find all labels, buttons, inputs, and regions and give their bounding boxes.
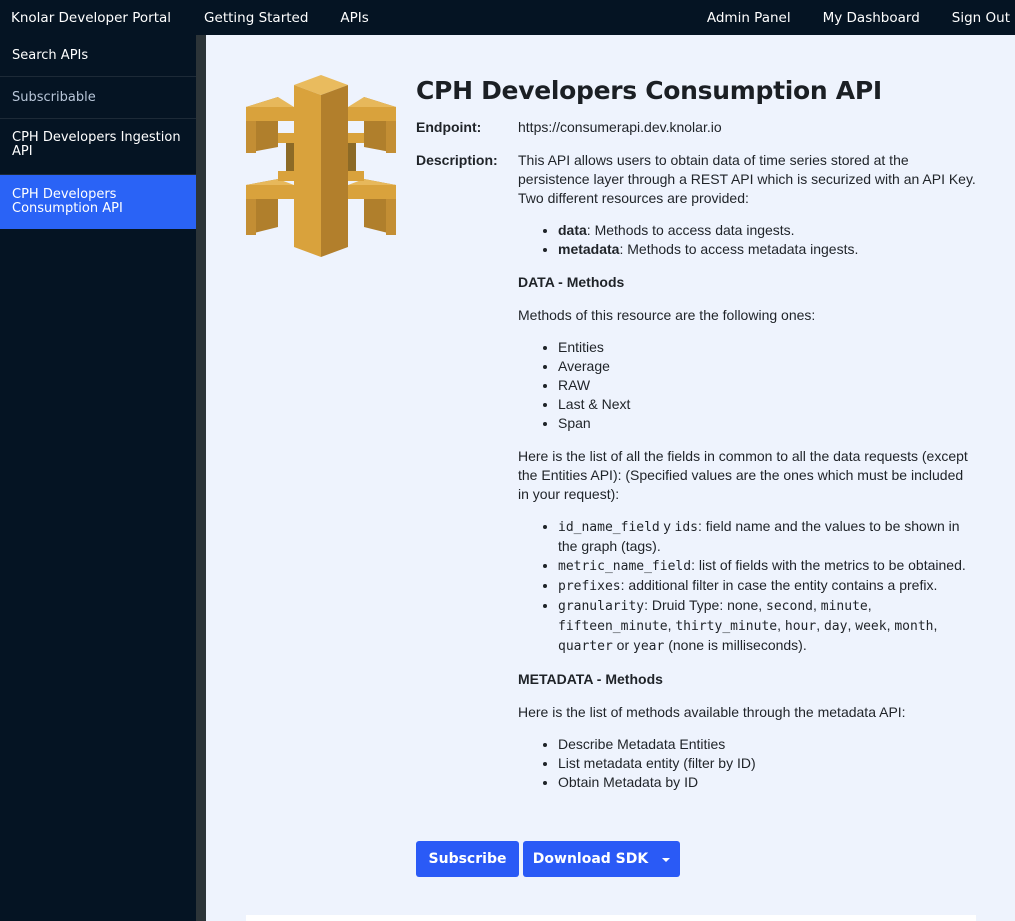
- list-item: Last & Next: [558, 395, 976, 414]
- fields-list: id_name_field y ids: field name and the …: [518, 517, 976, 656]
- nav-my-dashboard[interactable]: My Dashboard: [823, 10, 920, 26]
- action-buttons: Subscribe Download SDK: [416, 841, 680, 877]
- endpoint-row: Endpoint: https://consumerapi.dev.knolar…: [416, 118, 976, 137]
- sidebar: Search APIs Subscribable CPH Developers …: [0, 35, 196, 921]
- granularity-value: hour: [784, 619, 817, 634]
- metadata-methods-heading: METADATA - Methods: [518, 671, 663, 687]
- field-code: prefixes: [558, 579, 621, 594]
- resource-name: data: [558, 222, 587, 238]
- resource-name: metadata: [558, 241, 620, 257]
- description-intro: This API allows users to obtain data of …: [518, 152, 976, 206]
- granularity-value: day: [823, 619, 848, 634]
- granularity-value: quarter: [558, 639, 613, 654]
- endpoint-label: Endpoint:: [416, 119, 482, 135]
- sidebar-divider: [196, 35, 206, 921]
- nav-admin-panel[interactable]: Admin Panel: [707, 10, 791, 26]
- resources-list: data: Methods to access data ingests. me…: [518, 221, 976, 259]
- field-sep: ,: [813, 597, 821, 613]
- list-item: data: Methods to access data ingests.: [558, 221, 976, 240]
- download-sdk-button[interactable]: Download SDK: [523, 841, 680, 877]
- sidebar-item-subscribable[interactable]: Subscribable: [0, 77, 196, 119]
- data-methods-intro: Methods of this resource are the followi…: [518, 307, 816, 323]
- sidebar-item-search-apis[interactable]: Search APIs: [0, 35, 196, 77]
- main-content: CPH Developers Consumption API Endpoint:…: [206, 35, 1015, 921]
- granularity-value: minute: [820, 599, 868, 614]
- field-sep: or: [612, 637, 634, 653]
- data-methods-list: Entities Average RAW Last & Next Span: [518, 338, 976, 433]
- description-label: Description:: [416, 152, 498, 168]
- sidebar-item-ingestion-api[interactable]: CPH Developers Ingestion API: [0, 119, 196, 175]
- field-sep: ,: [777, 617, 785, 633]
- metadata-intro: Here is the list of methods available th…: [518, 704, 906, 720]
- field-code: granularity: [558, 599, 645, 614]
- list-item: id_name_field y ids: field name and the …: [558, 517, 976, 556]
- list-item: metric_name_field: list of fields with t…: [558, 556, 976, 576]
- api-details: CPH Developers Consumption API Endpoint:…: [416, 75, 976, 792]
- field-desc: : list of fields with the metrics to be …: [691, 557, 966, 573]
- data-methods-heading: DATA - Methods: [518, 274, 625, 290]
- field-sep: ,: [816, 617, 824, 633]
- list-item: prefixes: additional filter in case the …: [558, 576, 976, 596]
- field-desc: (none is milliseconds).: [664, 637, 807, 653]
- list-item: List metadata entity (filter by ID): [558, 754, 976, 773]
- page-title: CPH Developers Consumption API: [416, 76, 882, 105]
- list-item: Entities: [558, 338, 976, 357]
- field-sep: ,: [867, 597, 872, 613]
- api-gateway-icon: [246, 75, 396, 257]
- list-item: RAW: [558, 376, 976, 395]
- resource-desc: : Methods to access data ingests.: [586, 222, 795, 238]
- endpoint-value: https://consumerapi.dev.knolar.io: [518, 119, 722, 135]
- granularity-value: thirty_minute: [675, 619, 778, 634]
- api-logo-graphic: [246, 75, 396, 257]
- field-code: id_name_field: [558, 520, 660, 535]
- nav-apis[interactable]: APIs: [340, 10, 368, 26]
- bottom-panel: [246, 915, 976, 921]
- field-desc: : Druid Type: none,: [644, 597, 767, 613]
- field-sep: y: [659, 518, 675, 534]
- top-navbar: Knolar Developer Portal Getting Started …: [0, 0, 1015, 35]
- list-item: granularity: Druid Type: none, second, m…: [558, 596, 976, 656]
- subscribe-button[interactable]: Subscribe: [416, 841, 519, 877]
- navbar-left: Knolar Developer Portal Getting Started …: [0, 10, 369, 26]
- field-desc: : additional filter in case the entity c…: [620, 577, 938, 593]
- granularity-value: fifteen_minute: [558, 619, 668, 634]
- fields-intro: Here is the list of all the fields in co…: [518, 448, 968, 502]
- sidebar-item-consumption-api[interactable]: CPH Developers Consumption API: [0, 175, 196, 229]
- list-item: metadata: Methods to access metadata ing…: [558, 240, 976, 259]
- list-item: Span: [558, 414, 976, 433]
- nav-sign-out[interactable]: Sign Out: [952, 10, 1010, 26]
- granularity-value: week: [855, 619, 887, 634]
- field-sep: ,: [933, 617, 938, 633]
- description-body: This API allows users to obtain data of …: [518, 151, 976, 792]
- granularity-value: year: [633, 639, 665, 654]
- field-code: metric_name_field: [558, 559, 692, 574]
- metadata-methods-list: Describe Metadata Entities List metadata…: [518, 735, 976, 792]
- description-row: Description: This API allows users to ob…: [416, 151, 976, 792]
- granularity-value: month: [894, 619, 934, 634]
- download-sdk-label: Download SDK: [532, 851, 649, 867]
- list-item: Obtain Metadata by ID: [558, 773, 976, 792]
- navbar-right: Admin Panel My Dashboard Sign Out: [675, 0, 1010, 35]
- brand-link[interactable]: Knolar Developer Portal: [11, 10, 171, 26]
- field-code: ids: [674, 520, 699, 535]
- list-item: Average: [558, 357, 976, 376]
- chevron-down-icon: [662, 858, 671, 862]
- nav-getting-started[interactable]: Getting Started: [204, 10, 308, 26]
- granularity-value: second: [766, 599, 813, 614]
- list-item: Describe Metadata Entities: [558, 735, 976, 754]
- resource-desc: : Methods to access metadata ingests.: [619, 241, 859, 257]
